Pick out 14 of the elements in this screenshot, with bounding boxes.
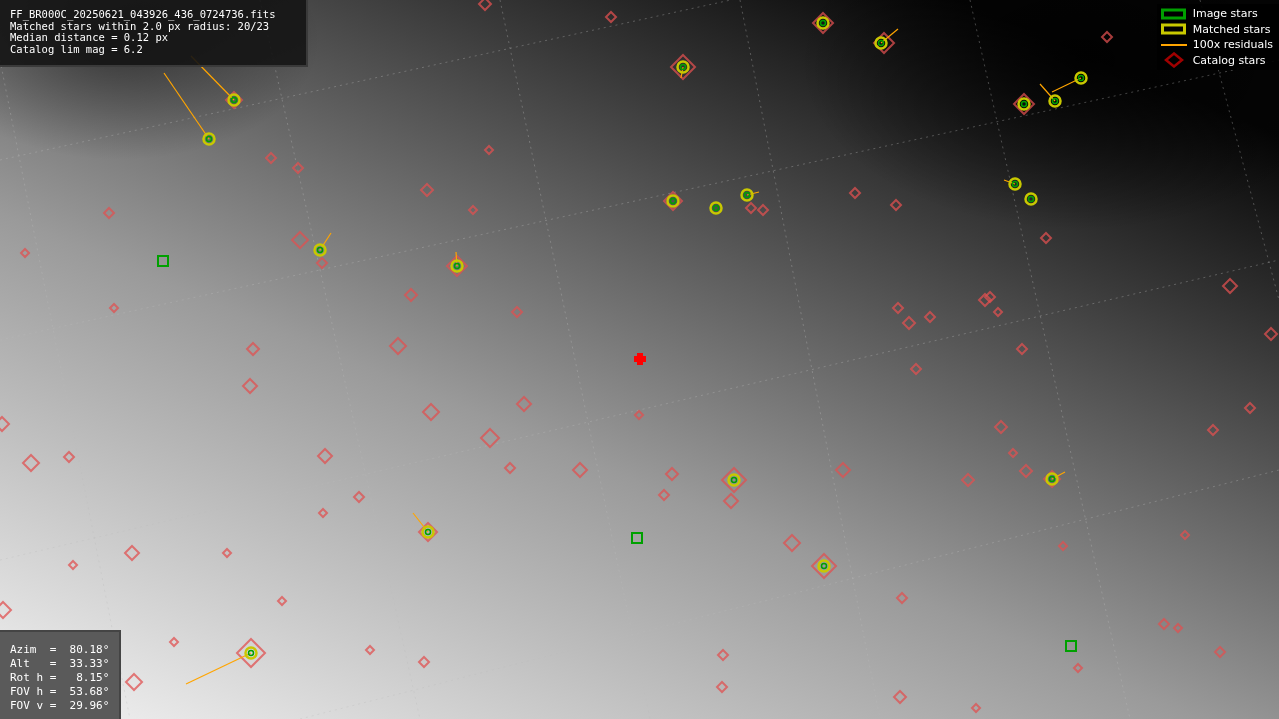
pointing-text: Azim = 80.18° [10,643,111,657]
pointing-text: Rot h = 8.15° [10,671,111,685]
info-text: Catalog lim mag = 6.2 [10,43,144,55]
info-text: Matched stars within 2.0 px radius: 20/23 [10,20,270,32]
info-text: Median distance = 0.12 px [10,32,169,44]
legend-label: Matched stars [1192,22,1271,36]
pointing-text: Alt = 33.33° [10,657,111,671]
legend-label: Image stars [1192,7,1258,21]
pointing-text: FOV h = 53.68° [10,685,111,699]
center-cross-icon [634,353,646,365]
legend-label: 100x residuals [1192,38,1273,52]
info-text: FF_BR000C_20250621_043926_436_0724736.fits [10,9,277,21]
legend-label: Catalog stars [1192,53,1266,67]
pointing-text: FOV v = 29.96° [10,699,111,713]
